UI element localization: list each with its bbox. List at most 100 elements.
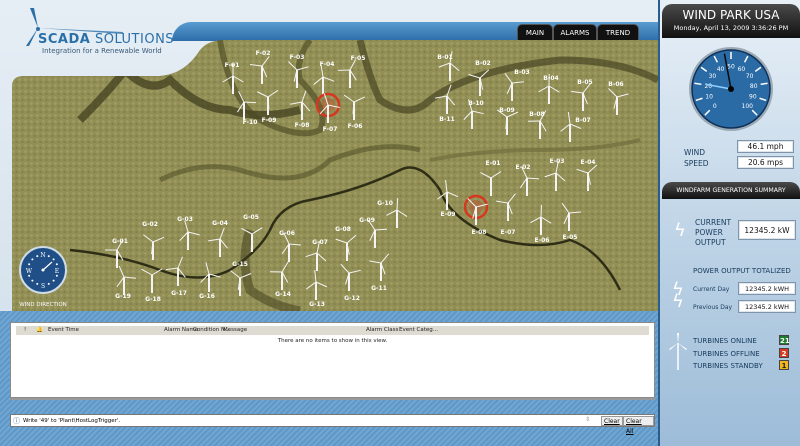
col-event-category[interactable]: Event Categ... <box>399 327 438 333</box>
turbine-label: F-07 <box>323 126 338 133</box>
turbine-label: B-04 <box>543 75 558 82</box>
turbines-online-count: 21 <box>779 335 790 345</box>
compass-dot <box>55 274 58 277</box>
gauge-tick-label: 40 <box>717 66 725 73</box>
turbine-label: F-04 <box>320 61 335 68</box>
turbine-label: F-09 <box>262 117 277 124</box>
turbine-label: G-19 <box>115 293 131 300</box>
compass-dot <box>31 258 34 261</box>
lightning-double-icon: ϟϟ <box>672 279 684 312</box>
turbine-label: G-18 <box>145 296 161 303</box>
turbine-label: G-07 <box>312 239 328 246</box>
turbine-label: G-16 <box>199 293 215 300</box>
summary-header: WINDFARM GENERATION SUMMARY <box>662 182 800 199</box>
turbine-label: G-01 <box>112 238 128 245</box>
gauge-tick-label: 60 <box>738 66 746 73</box>
status-message: Write '49' to 'Plant\HostLogTrigger'. <box>23 418 121 424</box>
turbine-label: G-12 <box>344 295 360 302</box>
col-alarm-class[interactable]: Alarm Class <box>366 327 398 333</box>
turbine-label: E-03 <box>550 158 565 165</box>
turbine-label: E-09 <box>441 211 456 218</box>
compass-dot <box>31 279 34 282</box>
turbine-blade <box>243 101 257 104</box>
gauge-tick-label: 50 <box>727 64 735 71</box>
turbine-label: F-10 <box>243 119 258 126</box>
wind-label-1: WIND <box>684 148 706 157</box>
compass-dot <box>36 255 39 258</box>
col-priority[interactable]: ! <box>24 327 26 333</box>
status-bar: ⓘ Write '49' to 'Plant\HostLogTrigger'. … <box>10 414 655 435</box>
turbine-label: B-05 <box>577 79 592 86</box>
alarm-table-header: ! 🔔 Event Time Alarm Name Condition N...… <box>16 326 649 335</box>
compass-dot <box>52 279 55 282</box>
turbine-label: G-15 <box>232 261 248 268</box>
turbine-label: G-05 <box>243 214 259 221</box>
turbine-label: B-02 <box>475 60 490 67</box>
compass-e: E <box>55 268 59 275</box>
turbine-label: B-07 <box>575 117 590 124</box>
turbine-label: G-03 <box>177 216 193 223</box>
turbine-label: F-05 <box>351 55 366 62</box>
turbines-standby-count: 1 <box>779 360 789 370</box>
park-header: WIND PARK USA Monday, April 13, 2009 3:3… <box>662 4 800 38</box>
turbine-label: F-02 <box>256 50 271 57</box>
compass-dot <box>28 263 31 266</box>
col-event-time[interactable]: Event Time <box>48 327 79 333</box>
gauge-tick-label: 10 <box>705 94 713 101</box>
compass-w: W <box>26 268 33 275</box>
turbine-label: G-17 <box>171 290 187 297</box>
clear-button[interactable]: Clear <box>601 416 623 426</box>
turbine-label: E-02 <box>516 164 531 171</box>
compass-dot <box>36 282 39 285</box>
clear-all-button[interactable]: Clear All <box>623 416 654 435</box>
turbine-blade <box>490 177 493 191</box>
wind-mph-value: 46.1 mph <box>737 140 794 153</box>
wind-direction-label: WIND DIRECTION <box>19 302 67 308</box>
gauge-tick-label: 0 <box>713 103 717 110</box>
gauge-tick-label: 90 <box>749 94 757 101</box>
turbine-label: G-02 <box>142 221 158 228</box>
park-datetime: Monday, April 13, 2009 3:36:26 PM <box>673 24 789 32</box>
col-bell-icon[interactable]: 🔔 <box>36 327 43 333</box>
turbine-label: G-13 <box>309 301 325 308</box>
turbine-label: F-03 <box>290 54 305 61</box>
turbine-label: G-10 <box>377 200 393 207</box>
turbine-label: B-11 <box>439 116 454 123</box>
turbine-label: B-09 <box>499 107 514 114</box>
turbine-label: G-04 <box>212 220 228 227</box>
current-day-label: Current Day <box>693 286 730 293</box>
col-message[interactable]: Message <box>223 327 247 333</box>
turbine-label: E-08 <box>472 229 487 236</box>
turbine-blade <box>396 197 399 211</box>
previous-day-label: Previous Day <box>693 304 733 311</box>
previous-day-value: 12345.2 kWH <box>738 300 796 313</box>
scroll-arrows-icon[interactable]: ⇕ <box>585 416 590 423</box>
compass-dot <box>52 258 55 261</box>
turbines-standby-label: TURBINES STANDBY <box>693 362 763 370</box>
turbines-offline-label: TURBINES OFFLINE <box>693 350 760 358</box>
gauge-tick-label: 80 <box>750 83 758 90</box>
lightning-icon: ϟ <box>674 220 686 241</box>
turbines-online-label: TURBINES ONLINE <box>693 337 757 345</box>
compass-n: N <box>40 252 45 259</box>
wind-mps-value: 20.6 mps <box>737 156 794 169</box>
current-power-value: 12345.2 kW <box>738 220 796 240</box>
turbine-label: E-07 <box>501 229 516 236</box>
turbine-label: G-14 <box>275 291 291 298</box>
turbine-label: B-03 <box>514 69 529 76</box>
turbine-label: F-08 <box>295 122 310 129</box>
wind-speed-gauge: 010203040 50 60708090100 <box>689 47 773 131</box>
gauge-tick-label: 70 <box>746 73 754 80</box>
wind-label-2: SPEED <box>684 159 709 168</box>
alarm-table[interactable]: ! 🔔 Event Time Alarm Name Condition N...… <box>10 322 655 398</box>
wind-park-map: F-01 F-02 F-03 F-04 F-05 F-06 F-07 F-08 F-09 F-10… <box>12 40 658 311</box>
turbine-label: B-10 <box>468 100 483 107</box>
turbine-label: E-01 <box>486 160 501 167</box>
turbine-icon <box>669 333 687 370</box>
turbine-label: B-08 <box>529 111 544 118</box>
turbine-label: E-06 <box>535 237 550 244</box>
current-day-value: 12345.2 kWH <box>738 282 796 295</box>
compass-dot <box>47 255 50 258</box>
totalized-title: POWER OUTPUT TOTALIZED <box>693 267 791 275</box>
turbine-label: G-11 <box>371 285 387 292</box>
